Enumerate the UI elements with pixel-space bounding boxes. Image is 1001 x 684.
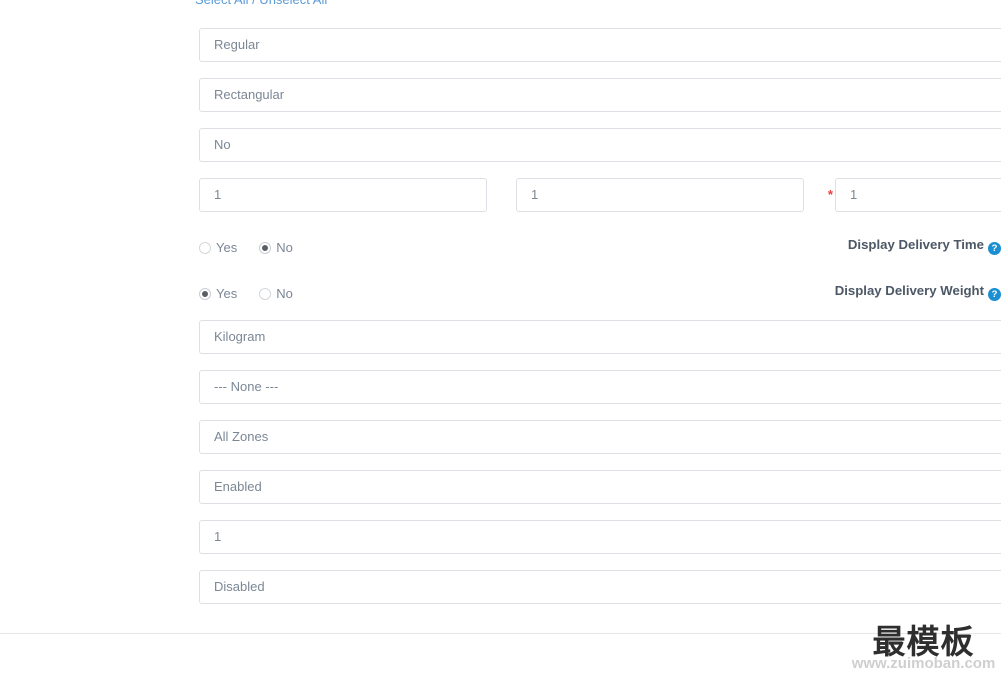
shipping-method-settings-form: Select All / Unselect All SizeRegularCon… xyxy=(0,0,1001,684)
watermark-url: www.zuimoban.com xyxy=(851,655,996,672)
radio-display-delivery-weight-yes[interactable]: Yes xyxy=(199,286,237,302)
radio-label: No xyxy=(276,240,293,255)
radio-dot-icon[interactable] xyxy=(259,242,272,254)
select-all-row: Select All / Unselect All xyxy=(0,0,1001,12)
select-debug-mode[interactable]: Disabled xyxy=(199,570,1001,604)
select-container[interactable]: Rectangular xyxy=(199,78,1001,112)
label-text-display-delivery-time: Display Delivery Time xyxy=(847,237,984,252)
label-display-delivery-weight: Display Delivery Weight? xyxy=(821,282,1001,301)
radio-group-display-delivery-time: Yes No xyxy=(199,238,315,258)
input-dimension-length[interactable]: 1 xyxy=(199,178,487,212)
radio-dot-icon[interactable] xyxy=(199,288,211,300)
radio-dot-icon[interactable] xyxy=(199,242,211,254)
radio-display-delivery-weight-no[interactable]: No xyxy=(259,286,293,302)
select-machinable[interactable]: No xyxy=(199,128,1001,162)
select-tax-class[interactable]: --- None --- xyxy=(199,370,1001,404)
radio-display-delivery-time-no[interactable]: No xyxy=(259,240,293,256)
help-icon[interactable]: ? xyxy=(988,242,1001,255)
select-size[interactable]: Regular xyxy=(199,28,1001,62)
input-dimension-width[interactable]: 1 xyxy=(516,178,804,212)
select-all-unselect-all-link[interactable]: Select All / Unselect All xyxy=(195,0,327,7)
label-text-display-delivery-weight: Display Delivery Weight xyxy=(834,283,984,298)
label-display-delivery-time: Display Delivery Time? xyxy=(821,236,1001,255)
help-icon[interactable]: ? xyxy=(988,288,1001,301)
input-sort-order[interactable]: 1 xyxy=(199,520,1001,554)
required-asterisk: * xyxy=(827,187,834,202)
input-dimension-height[interactable]: 1 xyxy=(835,178,1001,212)
select-geo-zone[interactable]: All Zones xyxy=(199,420,1001,454)
radio-group-display-delivery-weight: Yes No xyxy=(199,284,315,304)
radio-dot-icon[interactable] xyxy=(259,288,272,300)
radio-label: Yes xyxy=(216,240,238,255)
radio-display-delivery-time-yes[interactable]: Yes xyxy=(199,240,237,256)
watermark: 最模板 www.zuimoban.com xyxy=(846,622,1001,684)
radio-label: No xyxy=(276,286,293,301)
select-status[interactable]: Enabled xyxy=(199,470,1001,504)
select-weight-class[interactable]: Kilogram xyxy=(199,320,1001,354)
radio-label: Yes xyxy=(216,286,238,301)
